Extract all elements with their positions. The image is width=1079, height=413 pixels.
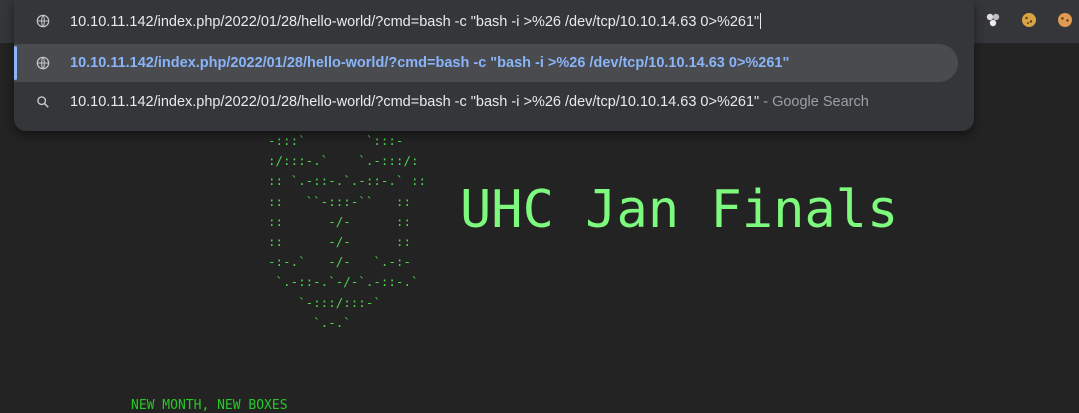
- tagline: NEW MONTH, NEW BOXES: [131, 398, 288, 413]
- suggestion-url-text: 10.10.11.142/index.php/2022/01/28/hello-…: [70, 55, 790, 71]
- ascii-logo: -:::` `:::- :/:::-.` `.-:::/: :: `.-::-.…: [268, 133, 427, 330]
- address-bar-input[interactable]: 10.10.11.142/index.php/2022/01/28/hello-…: [14, 2, 958, 40]
- extension-icon[interactable]: [984, 11, 1002, 29]
- suggestion-search[interactable]: 10.10.11.142/index.php/2022/01/28/hello-…: [14, 83, 958, 121]
- page-title: UHC Jan Finals: [460, 180, 899, 240]
- search-icon: [37, 96, 49, 108]
- globe-icon: [36, 14, 50, 28]
- text-caret: [760, 12, 762, 29]
- suggestion-url[interactable]: 10.10.11.142/index.php/2022/01/28/hello-…: [14, 44, 958, 82]
- cookie-icon[interactable]: [1020, 11, 1038, 29]
- omnibox-dropdown: 10.10.11.142/index.php/2022/01/28/hello-…: [14, 0, 974, 131]
- cookie-icon[interactable]: [1056, 11, 1074, 29]
- address-text: 10.10.11.142/index.php/2022/01/28/hello-…: [70, 13, 760, 30]
- selection-indicator: [14, 46, 17, 80]
- search-query-text: 10.10.11.142/index.php/2022/01/28/hello-…: [70, 94, 760, 110]
- search-suffix: - Google Search: [759, 94, 869, 110]
- globe-icon: [36, 56, 50, 70]
